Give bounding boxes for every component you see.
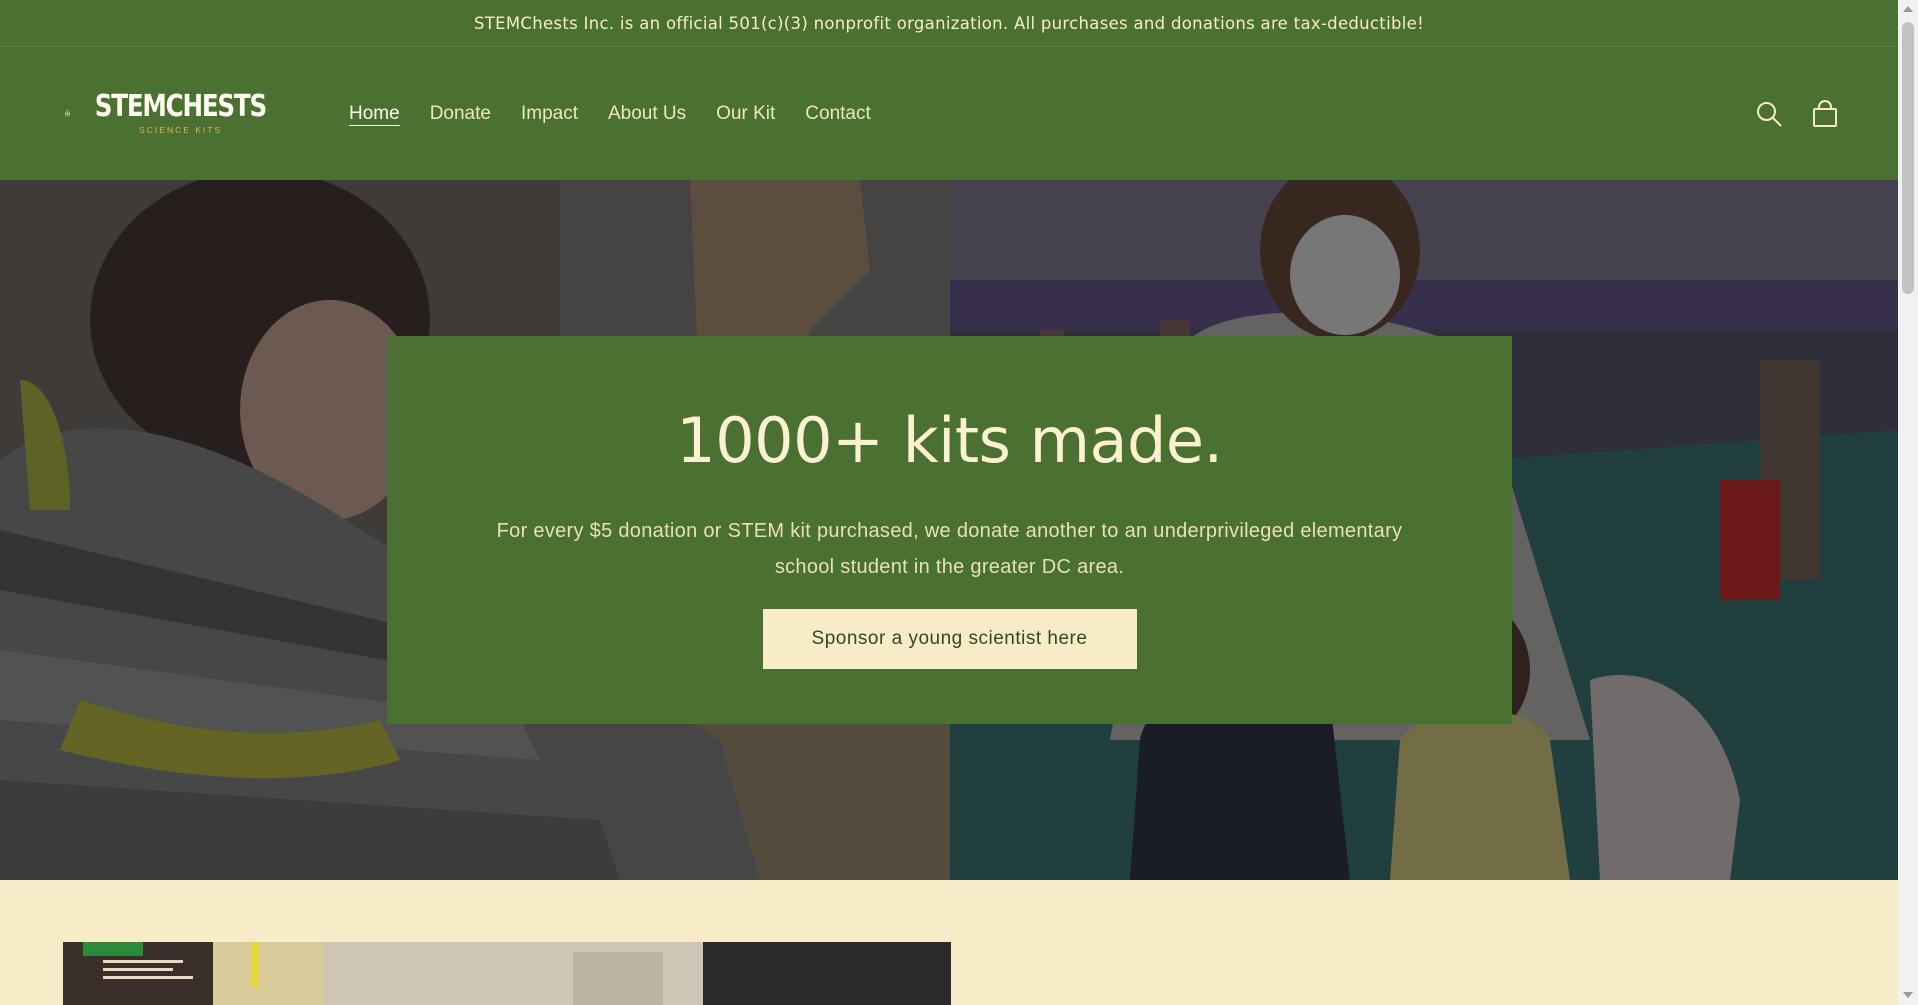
nav-home[interactable]: Home bbox=[349, 103, 400, 125]
cart-icon[interactable] bbox=[1810, 99, 1840, 129]
site-header: STEMCHESTS SCIENCE KITS Home Donate Impa… bbox=[0, 47, 1898, 180]
treasure-chest-sprout-icon bbox=[65, 109, 71, 117]
hero-card: 1000+ kits made. For every $5 donation o… bbox=[387, 336, 1512, 724]
page-scrollbar[interactable] bbox=[1898, 0, 1918, 1005]
logo-tagline: SCIENCE KITS bbox=[139, 124, 223, 135]
main-nav: Home Donate Impact About Us Our Kit Cont… bbox=[349, 99, 901, 129]
hero-description: For every $5 donation or STEM kit purcha… bbox=[496, 520, 1403, 578]
page: STEMChests Inc. is an official 501(c)(3)… bbox=[0, 0, 1918, 1005]
nav-impact[interactable]: Impact bbox=[521, 103, 578, 125]
nav-donate[interactable]: Donate bbox=[430, 103, 491, 125]
hero-title: 1000+ kits made. bbox=[676, 404, 1223, 477]
hero-banner: 1000+ kits made. For every $5 donation o… bbox=[0, 180, 1898, 880]
logo-text: STEMCHESTS SCIENCE KITS bbox=[76, 88, 285, 136]
feature-section bbox=[0, 880, 1898, 1005]
scroll-thumb[interactable] bbox=[1902, 22, 1914, 294]
search-icon[interactable] bbox=[1754, 99, 1784, 129]
sponsor-button[interactable]: Sponsor a young scientist here bbox=[762, 609, 1137, 669]
announcement-text: STEMChests Inc. is an official 501(c)(3)… bbox=[473, 13, 1424, 33]
nav-about-us[interactable]: About Us bbox=[608, 103, 686, 125]
classroom-photo bbox=[63, 942, 951, 1005]
site-logo[interactable]: STEMCHESTS SCIENCE KITS bbox=[65, 81, 285, 145]
nav-our-kit[interactable]: Our Kit bbox=[716, 103, 775, 125]
nav-contact[interactable]: Contact bbox=[805, 103, 870, 125]
scroll-up-arrow-icon[interactable] bbox=[1903, 6, 1913, 12]
scroll-down-arrow-icon[interactable] bbox=[1903, 992, 1913, 998]
logo-wordmark: STEMCHESTS bbox=[95, 88, 267, 124]
announcement-bar: STEMChests Inc. is an official 501(c)(3)… bbox=[0, 0, 1898, 47]
